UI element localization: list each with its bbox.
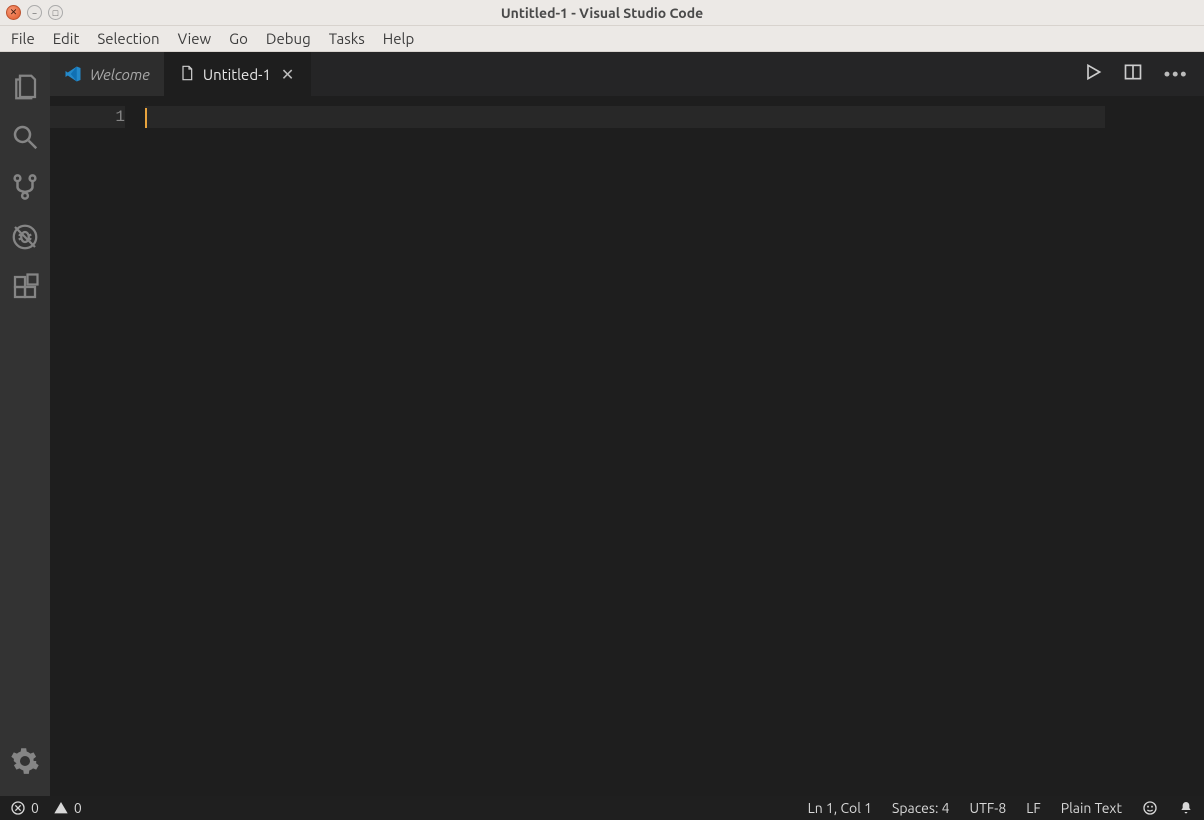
more-actions-icon[interactable]: •••: [1163, 64, 1188, 84]
window-close-button[interactable]: ✕: [6, 5, 21, 20]
menu-selection[interactable]: Selection: [88, 28, 168, 49]
menu-debug[interactable]: Debug: [257, 28, 320, 49]
status-errors[interactable]: 0: [10, 800, 39, 816]
search-icon[interactable]: [0, 112, 50, 162]
status-warnings[interactable]: 0: [53, 800, 82, 816]
status-errors-count: 0: [31, 800, 39, 816]
status-ln-col[interactable]: Ln 1, Col 1: [808, 800, 872, 816]
menu-help[interactable]: Help: [374, 28, 423, 49]
run-icon[interactable]: [1083, 62, 1103, 86]
menu-bar: File Edit Selection View Go Debug Tasks …: [0, 25, 1204, 52]
debug-icon[interactable]: [0, 212, 50, 262]
editor-area: Welcome Untitled-1 ✕ ••• 1: [50, 52, 1204, 796]
line-number-1: 1: [50, 106, 125, 128]
feedback-smiley-icon[interactable]: [1142, 800, 1158, 816]
code-area[interactable]: [145, 96, 1144, 796]
tab-untitled[interactable]: Untitled-1 ✕: [165, 52, 311, 96]
source-control-icon[interactable]: [0, 162, 50, 212]
status-encoding[interactable]: UTF-8: [970, 800, 1007, 816]
status-warnings-count: 0: [74, 800, 82, 816]
tab-untitled-label: Untitled-1: [203, 66, 271, 83]
status-eol[interactable]: LF: [1026, 800, 1041, 816]
current-line-highlight: [145, 106, 1105, 128]
tab-welcome[interactable]: Welcome: [50, 52, 165, 96]
minimap[interactable]: [1144, 96, 1204, 796]
window-title: Untitled-1 - Visual Studio Code: [501, 5, 703, 21]
extensions-icon[interactable]: [0, 262, 50, 312]
menu-file[interactable]: File: [2, 28, 44, 49]
menu-tasks[interactable]: Tasks: [320, 28, 374, 49]
tab-bar: Welcome Untitled-1 ✕ •••: [50, 52, 1204, 96]
status-language[interactable]: Plain Text: [1061, 800, 1122, 816]
settings-gear-icon[interactable]: [0, 736, 50, 786]
text-cursor: [145, 108, 147, 128]
menu-go[interactable]: Go: [220, 28, 257, 49]
vscode-logo-icon: [64, 65, 82, 83]
window-minimize-button[interactable]: −: [27, 5, 42, 20]
explorer-icon[interactable]: [0, 62, 50, 112]
notifications-bell-icon[interactable]: [1178, 800, 1194, 816]
menu-edit[interactable]: Edit: [44, 28, 89, 49]
editor-actions: •••: [1067, 52, 1204, 96]
activity-bar: [0, 52, 50, 796]
window-maximize-button[interactable]: □: [48, 5, 63, 20]
file-icon: [179, 65, 195, 84]
window-titlebar: ✕ − □ Untitled-1 - Visual Studio Code: [0, 0, 1204, 25]
menu-view[interactable]: View: [169, 28, 221, 49]
tab-close-icon[interactable]: ✕: [279, 65, 296, 84]
status-spaces[interactable]: Spaces: 4: [892, 800, 950, 816]
split-editor-icon[interactable]: [1123, 62, 1143, 86]
editor-body[interactable]: 1: [50, 96, 1204, 796]
gutter: 1: [50, 96, 145, 796]
status-bar: 0 0 Ln 1, Col 1 Spaces: 4 UTF-8 LF Plain…: [0, 796, 1204, 820]
tab-welcome-label: Welcome: [90, 66, 150, 83]
